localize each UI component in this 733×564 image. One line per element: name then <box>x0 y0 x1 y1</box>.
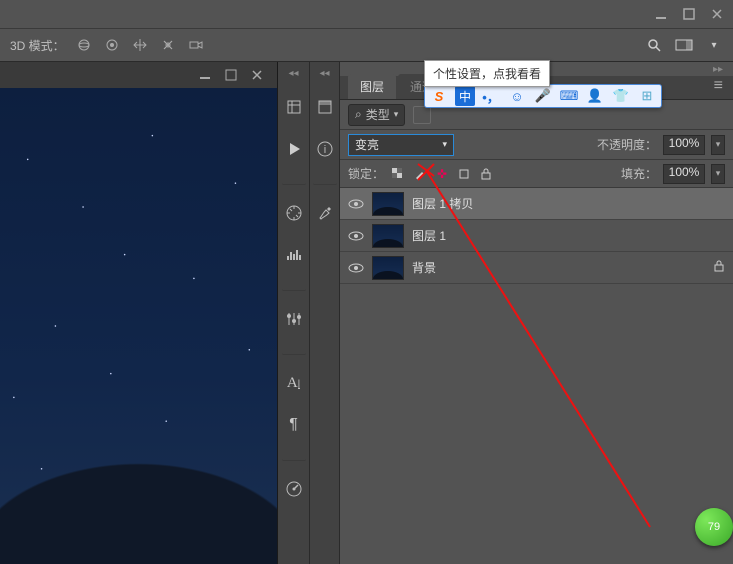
layer-row[interactable]: 图层 1 <box>340 220 733 252</box>
workspace-icon[interactable] <box>675 36 693 54</box>
lock-icon <box>713 260 725 275</box>
tab-layers[interactable]: 图层 <box>348 74 396 99</box>
3d-pan-icon[interactable] <box>131 36 149 54</box>
ime-zhong-icon[interactable]: 中 <box>455 86 475 106</box>
lock-position-icon[interactable]: ✜ <box>434 166 450 182</box>
layer-name[interactable]: 图层 1 <box>412 227 446 244</box>
minimize-button[interactable] <box>653 6 669 22</box>
collapsed-panel-col-1[interactable]: ◂◂ A| ¶ <box>278 62 310 564</box>
lock-artboard-icon[interactable] <box>456 166 472 182</box>
ime-emoji-icon[interactable]: ☺ <box>507 86 527 106</box>
layer-thumbnail[interactable] <box>372 224 404 248</box>
ime-skin-icon[interactable]: 👕 <box>611 86 631 106</box>
3d-orbit-icon[interactable] <box>75 36 93 54</box>
3d-mode-label: 3D 模式： <box>10 37 65 54</box>
fill-input[interactable]: 100% <box>663 164 705 184</box>
3d-roll-icon[interactable] <box>103 36 121 54</box>
svg-text:i: i <box>323 144 325 156</box>
lock-row: 锁定： ✜ 填充： 100% ▾ <box>340 160 733 188</box>
maximize-button[interactable] <box>681 6 697 22</box>
brush-icon[interactable] <box>311 199 339 227</box>
measure-icon[interactable] <box>280 475 308 503</box>
fill-stepper[interactable]: ▾ <box>711 164 725 184</box>
close-button[interactable] <box>709 6 725 22</box>
info-icon[interactable]: i <box>311 135 339 163</box>
chevron-down-icon: ▾ <box>442 139 447 150</box>
floating-badge[interactable]: 79 <box>695 508 733 546</box>
layer-row[interactable]: 图层 1 拷贝 <box>340 188 733 220</box>
canvas[interactable] <box>0 88 277 564</box>
doc-close-button[interactable] <box>249 67 265 83</box>
layer-thumbnail[interactable] <box>372 192 404 216</box>
search-icon: ⌕ <box>355 107 362 122</box>
layers-panel: ▸▸ 个性设置，点我看看 图层 通道 ≡ S 中 •， ☺ 🎤 ⌨ 👤 👕 ⊞ … <box>340 62 733 564</box>
3d-camera-icon[interactable] <box>187 36 205 54</box>
ime-punct-icon[interactable]: •， <box>481 86 501 106</box>
options-bar: 3D 模式： ▾ <box>0 28 733 62</box>
adjustments-icon[interactable] <box>280 305 308 333</box>
lock-brush-icon[interactable] <box>412 166 428 182</box>
properties-icon[interactable] <box>311 93 339 121</box>
doc-maximize-button[interactable] <box>223 67 239 83</box>
chevron-down-icon[interactable]: ▾ <box>705 36 723 54</box>
play-icon[interactable] <box>280 135 308 163</box>
ime-keyboard-icon[interactable]: ⌨ <box>559 86 579 106</box>
ime-voice-icon[interactable]: 🎤 <box>533 86 553 106</box>
expand-handle-icon[interactable]: ◂◂ <box>319 68 329 79</box>
visibility-toggle-icon[interactable] <box>348 228 364 244</box>
lock-all-icon[interactable] <box>478 166 494 182</box>
layer-row[interactable]: 背景 <box>340 252 733 284</box>
compass-icon[interactable] <box>280 199 308 227</box>
chevron-down-icon: ▾ <box>394 109 399 120</box>
fill-label: 填充： <box>621 165 657 182</box>
opacity-stepper[interactable]: ▾ <box>711 135 725 155</box>
search-icon[interactable] <box>645 36 663 54</box>
opacity-input[interactable]: 100% <box>663 135 705 155</box>
history-icon[interactable] <box>280 93 308 121</box>
ime-toolbox-icon[interactable]: ⊞ <box>637 86 657 106</box>
paragraph-icon[interactable]: ¶ <box>280 411 308 439</box>
character-icon[interactable]: A| <box>280 369 308 397</box>
blend-mode-value: 变亮 <box>355 136 379 153</box>
opacity-label: 不透明度： <box>597 136 657 153</box>
histogram-icon[interactable] <box>280 241 308 269</box>
layer-list: 图层 1 拷贝 图层 1 背景 <box>340 188 733 284</box>
ime-toolbar[interactable]: S 中 •， ☺ 🎤 ⌨ 👤 👕 ⊞ <box>424 84 662 108</box>
lock-transparent-icon[interactable] <box>390 166 406 182</box>
doc-minimize-button[interactable] <box>197 67 213 83</box>
filter-type-label: 类型 <box>366 106 390 123</box>
visibility-toggle-icon[interactable] <box>348 196 364 212</box>
ime-user-icon[interactable]: 👤 <box>585 86 605 106</box>
layer-thumbnail[interactable] <box>372 256 404 280</box>
visibility-toggle-icon[interactable] <box>348 260 364 276</box>
badge-text: 79 <box>708 521 720 533</box>
3d-slide-icon[interactable] <box>159 36 177 54</box>
expand-handle-icon[interactable]: ◂◂ <box>288 68 298 79</box>
document-window <box>0 62 278 564</box>
filter-pixel-icon[interactable] <box>413 106 431 124</box>
sogou-logo-icon[interactable]: S <box>429 86 449 106</box>
ime-tooltip[interactable]: 个性设置，点我看看 <box>424 60 550 87</box>
collapsed-panel-col-2[interactable]: ◂◂ i <box>310 62 340 564</box>
blend-mode-row: 变亮 ▾ 不透明度： 100% ▾ <box>340 130 733 160</box>
blend-mode-select[interactable]: 变亮 ▾ <box>348 134 454 156</box>
filter-type-select[interactable]: ⌕ 类型 ▾ <box>348 104 405 126</box>
window-titlebar <box>0 0 733 28</box>
panel-menu-icon[interactable]: ≡ <box>704 73 733 99</box>
document-titlebar <box>0 62 277 88</box>
lock-label: 锁定： <box>348 165 384 182</box>
layer-name[interactable]: 背景 <box>412 259 436 276</box>
layer-name[interactable]: 图层 1 拷贝 <box>412 195 473 212</box>
